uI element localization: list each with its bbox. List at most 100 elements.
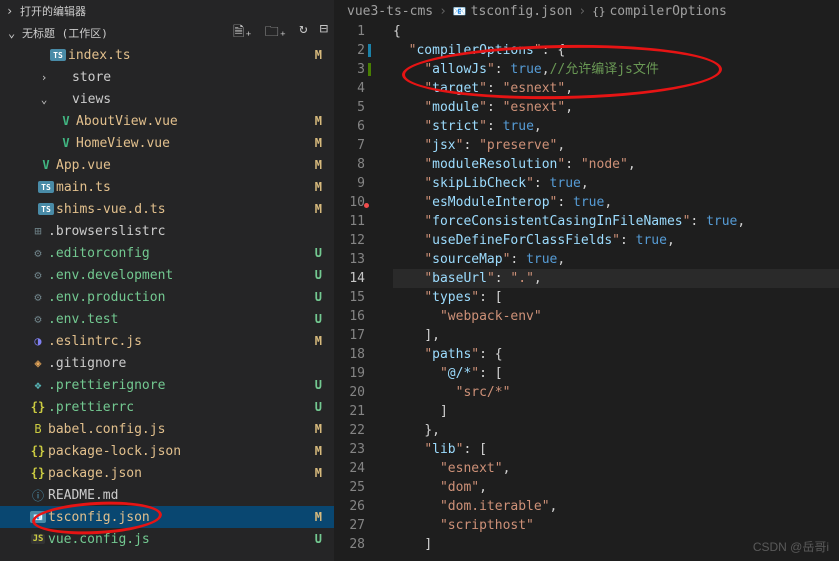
error-marker-icon: [364, 203, 369, 208]
gear-icon: ⚙: [28, 312, 48, 326]
code-line[interactable]: "skipLibCheck": true,: [393, 174, 839, 193]
tree-folder[interactable]: ›store: [0, 66, 334, 88]
code-line[interactable]: "types": [: [393, 288, 839, 307]
code-editor[interactable]: 1234567891011121314151617181920212223242…: [335, 22, 839, 561]
tree-file[interactable]: ⚙.env.developmentU: [0, 264, 334, 286]
tree-file[interactable]: ⊞.browserslistrc: [0, 220, 334, 242]
json-icon: {}: [28, 444, 48, 458]
code-line[interactable]: },: [393, 421, 839, 440]
file-label: index.ts: [68, 48, 304, 63]
tree-file[interactable]: ◈.gitignore: [0, 352, 334, 374]
collapse-icon[interactable]: ⊟: [320, 21, 328, 45]
code-line[interactable]: "src/*": [393, 383, 839, 402]
json-icon: {}: [28, 400, 48, 414]
new-file-icon[interactable]: 🗎₊: [233, 21, 253, 45]
tree-folder[interactable]: ⌄views: [0, 88, 334, 110]
code-line[interactable]: "webpack-env": [393, 307, 839, 326]
git-status-badge: U: [304, 532, 322, 546]
tree-file[interactable]: ⚙.env.productionU: [0, 286, 334, 308]
code-line[interactable]: "jsx": "preserve",: [393, 136, 839, 155]
tree-file[interactable]: ⓘREADME.md: [0, 484, 334, 506]
refresh-icon[interactable]: ↻: [299, 21, 307, 45]
babel-icon: B: [28, 422, 48, 436]
code-line[interactable]: "dom",: [393, 478, 839, 497]
line-number: 12: [335, 231, 365, 250]
code-line[interactable]: "lib": [: [393, 440, 839, 459]
breadcrumb-project[interactable]: vue3-ts-cms: [347, 4, 433, 19]
line-number: 1: [335, 22, 365, 41]
code-line[interactable]: "baseUrl": ".",: [393, 269, 839, 288]
code-line[interactable]: ]: [393, 402, 839, 421]
git-status-badge: U: [304, 400, 322, 414]
code-line[interactable]: "paths": {: [393, 345, 839, 364]
code-line[interactable]: "forceConsistentCasingInFileNames": true…: [393, 212, 839, 231]
file-tree: TSindex.tsM›store⌄viewsVAboutView.vueMVH…: [0, 44, 334, 561]
tree-file[interactable]: VHomeView.vueM: [0, 132, 334, 154]
code-line[interactable]: "module": "esnext",: [393, 98, 839, 117]
code-line[interactable]: "compilerOptions": {: [393, 41, 839, 60]
tree-file[interactable]: ❖.prettierignoreU: [0, 374, 334, 396]
code-line[interactable]: "dom.iterable",: [393, 497, 839, 516]
gear-icon: ⚙: [28, 290, 48, 304]
file-label: HomeView.vue: [76, 136, 304, 151]
line-number: 8: [335, 155, 365, 174]
workspace-header[interactable]: ⌄ 无标题 (工作区) 🗎₊ 🗀₊ ↻ ⊟: [0, 22, 334, 44]
tree-file[interactable]: JSvue.config.jsU: [0, 528, 334, 550]
file-label: package.json: [48, 466, 304, 481]
code-line[interactable]: "scripthost": [393, 516, 839, 535]
git-status-badge: M: [304, 422, 322, 436]
file-label: .browserslistrc: [48, 224, 322, 239]
file-label: package-lock.json: [48, 444, 304, 459]
tree-file[interactable]: ◑.eslintrc.jsM: [0, 330, 334, 352]
breadcrumb-symbol[interactable]: compilerOptions: [609, 4, 726, 19]
code-line[interactable]: "target": "esnext",: [393, 79, 839, 98]
workspace-actions: 🗎₊ 🗀₊ ↻ ⊟: [233, 21, 328, 45]
line-number: 28: [335, 535, 365, 554]
code-line[interactable]: ],: [393, 326, 839, 345]
code-line[interactable]: "moduleResolution": "node",: [393, 155, 839, 174]
tree-file[interactable]: 📧tsconfig.jsonM: [0, 506, 334, 528]
file-label: babel.config.js: [48, 422, 304, 437]
workspace-label: 无标题 (工作区): [22, 25, 108, 41]
file-label: .gitignore: [48, 356, 322, 371]
code-line[interactable]: "esModuleInterop": true,: [393, 193, 839, 212]
tree-file[interactable]: VAboutView.vueM: [0, 110, 334, 132]
ts-icon: 📧: [28, 511, 48, 523]
code-line[interactable]: "@/*": [: [393, 364, 839, 383]
code-line[interactable]: "esnext",: [393, 459, 839, 478]
chevron-right-icon: ›: [6, 4, 20, 18]
code-line[interactable]: {: [393, 22, 839, 41]
breadcrumb[interactable]: vue3-ts-cms › 📧 tsconfig.json › {} compi…: [335, 0, 839, 22]
file-label: shims-vue.d.ts: [56, 202, 304, 217]
tree-file[interactable]: {}package.jsonM: [0, 462, 334, 484]
line-number: 21: [335, 402, 365, 421]
tree-file[interactable]: {}.prettierrcU: [0, 396, 334, 418]
code-content[interactable]: { "compilerOptions": { "allowJs": true,/…: [383, 22, 839, 561]
code-line[interactable]: "allowJs": true,//允许编译js文件: [393, 60, 839, 79]
line-number: 7: [335, 136, 365, 155]
open-editors-header[interactable]: › 打开的编辑器: [0, 0, 334, 22]
line-number: 6: [335, 117, 365, 136]
ts-icon: TS: [48, 49, 68, 61]
code-line[interactable]: "useDefineForClassFields": true,: [393, 231, 839, 250]
tree-file[interactable]: TSmain.tsM: [0, 176, 334, 198]
code-line[interactable]: "strict": true,: [393, 117, 839, 136]
file-label: .prettierignore: [48, 378, 304, 393]
tree-file[interactable]: TSindex.tsM: [0, 44, 334, 66]
new-folder-icon[interactable]: 🗀₊: [265, 21, 287, 45]
git-status-badge: U: [304, 290, 322, 304]
tree-file[interactable]: VApp.vueM: [0, 154, 334, 176]
tree-file[interactable]: Bbabel.config.jsM: [0, 418, 334, 440]
code-line[interactable]: "sourceMap": true,: [393, 250, 839, 269]
line-number: 22: [335, 421, 365, 440]
ts-icon: TS: [36, 181, 56, 193]
git-status-badge: M: [304, 114, 322, 128]
line-number: 4: [335, 79, 365, 98]
tree-file[interactable]: TSshims-vue.d.tsM: [0, 198, 334, 220]
line-number: 25: [335, 478, 365, 497]
tree-file[interactable]: ⚙.editorconfigU: [0, 242, 334, 264]
tree-file[interactable]: ⚙.env.testU: [0, 308, 334, 330]
breadcrumb-file[interactable]: tsconfig.json: [471, 4, 573, 19]
watermark: CSDN @岳哥i: [753, 538, 829, 555]
tree-file[interactable]: {}package-lock.jsonM: [0, 440, 334, 462]
